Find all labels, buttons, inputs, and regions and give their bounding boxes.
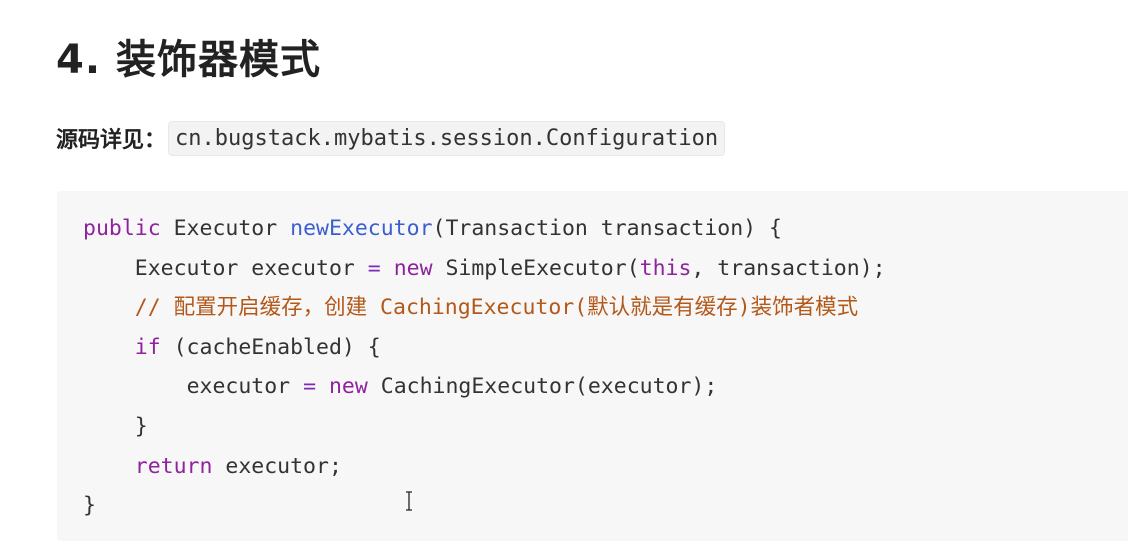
keyword-public: public (83, 216, 161, 241)
source-path-code: cn.bugstack.mybatis.session.Configuratio… (168, 120, 726, 156)
code-text: Executor executor (134, 255, 368, 281)
code-line-4: if (cacheEnabled) { (83, 328, 1128, 368)
code-block: public Executor newExecutor(Transaction … (57, 191, 1128, 541)
code-text: (cacheEnabled) { (160, 334, 381, 360)
assign-operator: = (303, 374, 317, 400)
code-text: CachingExecutor(executor); (367, 374, 718, 400)
keyword-new: new (393, 255, 433, 281)
assign-operator: = (367, 255, 381, 281)
code-type: Executor (160, 216, 291, 241)
keyword-this: this (639, 255, 692, 281)
code-line-1: public Executor newExecutor(Transaction … (83, 209, 1128, 249)
source-label: 源码详见： (56, 128, 167, 153)
code-text: (Transaction transaction) { (432, 216, 783, 241)
keyword-return: return (134, 453, 213, 479)
code-line-6: } (83, 407, 1128, 447)
keyword-if: if (134, 334, 161, 360)
code-line-2: Executor executor = new SimpleExecutor(t… (83, 249, 1128, 289)
section-heading: 4. 装饰器模式 (56, 37, 321, 83)
code-line-3: // 配置开启缓存，创建 CachingExecutor(默认就是有缓存)装饰者… (83, 288, 1128, 328)
code-text: SimpleExecutor( (432, 255, 640, 281)
code-text: , transaction); (691, 255, 886, 281)
code-line-7: return executor; (83, 447, 1128, 487)
code-text: } (83, 493, 96, 519)
code-comment: // 配置开启缓存，创建 CachingExecutor(默认就是有缓存)装饰者… (134, 295, 859, 321)
code-text: } (134, 413, 148, 439)
keyword-new: new (328, 374, 368, 400)
source-reference: 源码详见： cn.bugstack.mybatis.session.Config… (56, 118, 726, 158)
text-cursor-icon (406, 491, 412, 511)
code-text: executor; (212, 453, 342, 479)
method-name: newExecutor (290, 216, 433, 241)
code-text: executor (186, 374, 304, 400)
code-line-5: executor = new CachingExecutor(executor)… (83, 367, 1128, 407)
code-line-8: } (83, 486, 1128, 526)
